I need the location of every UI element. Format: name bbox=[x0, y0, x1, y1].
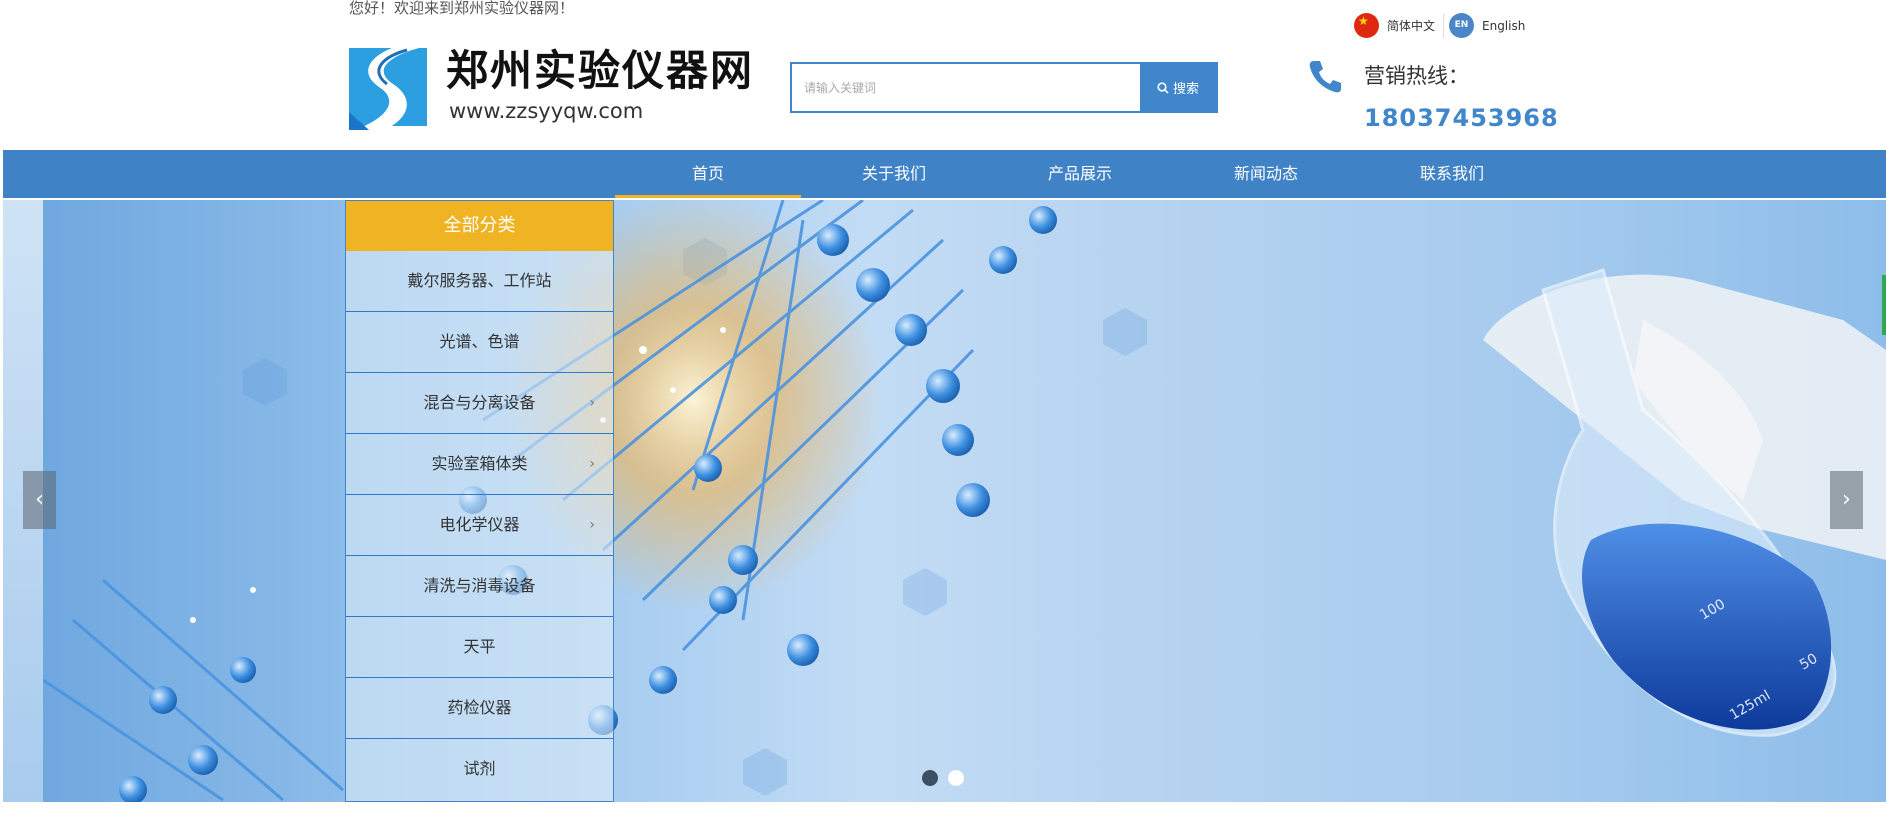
category-item-label: 药检仪器 bbox=[447, 698, 512, 717]
category-item[interactable]: 试剂 bbox=[346, 739, 613, 800]
category-item[interactable]: 戴尔服务器、工作站 bbox=[346, 251, 613, 312]
banner-dot-2[interactable] bbox=[948, 770, 964, 786]
page: 您好！欢迎来到郑州实验仪器网！ 简体中文 EN English 郑州实验仪器网 … bbox=[0, 0, 1886, 824]
side-float-tab[interactable] bbox=[1882, 275, 1886, 335]
category-item[interactable]: 清洗与消毒设备 bbox=[346, 556, 613, 617]
banner-next-arrow[interactable]: › bbox=[1830, 471, 1863, 529]
banner-prev-arrow[interactable]: ‹ bbox=[23, 471, 56, 529]
site-logo[interactable] bbox=[349, 42, 431, 132]
hero-banner: 100 50 125ml bbox=[43, 200, 1886, 802]
category-item[interactable]: 天平 bbox=[346, 617, 613, 678]
china-flag-icon bbox=[1354, 13, 1379, 38]
hotline-number: 18037453968 bbox=[1364, 104, 1559, 132]
site-domain: www.zzsyyqw.com bbox=[449, 99, 644, 123]
category-item-label: 清洗与消毒设备 bbox=[423, 576, 536, 595]
search-button[interactable]: 搜索 bbox=[1140, 64, 1216, 111]
category-item[interactable]: 混合与分离设备 › bbox=[346, 373, 613, 434]
chevron-right-icon: › bbox=[589, 517, 595, 533]
search-button-label: 搜索 bbox=[1172, 82, 1199, 97]
category-item-label: 混合与分离设备 bbox=[423, 393, 536, 412]
lang-simplified-chinese[interactable]: 简体中文 bbox=[1354, 13, 1435, 38]
en-badge-icon: EN bbox=[1449, 13, 1474, 38]
search-bar: 搜索 bbox=[790, 62, 1218, 113]
category-item-label: 戴尔服务器、工作站 bbox=[407, 271, 552, 290]
welcome-text: 您好！欢迎来到郑州实验仪器网！ bbox=[349, 0, 575, 17]
category-menu: 全部分类 戴尔服务器、工作站 光谱、色谱 混合与分离设备 › 实验室箱体类 › 电化… bbox=[345, 200, 614, 802]
lang-divider bbox=[1443, 14, 1444, 38]
category-item-label: 电化学仪器 bbox=[439, 515, 520, 534]
site-name: 郑州实验仪器网 bbox=[446, 46, 755, 95]
phone-icon bbox=[1309, 61, 1341, 93]
chevron-right-icon: › bbox=[589, 395, 595, 411]
category-item-label: 天平 bbox=[463, 637, 496, 656]
main-nav: 首页 关于我们 产品展示 新闻动态 联系我们 bbox=[3, 150, 1886, 198]
category-title: 全部分类 bbox=[346, 201, 613, 251]
category-item-label: 试剂 bbox=[463, 759, 496, 778]
lang-english[interactable]: EN English bbox=[1449, 13, 1525, 38]
search-input[interactable] bbox=[792, 64, 1140, 111]
nav-item-home[interactable]: 首页 bbox=[615, 150, 801, 198]
category-item[interactable]: 电化学仪器 › bbox=[346, 495, 613, 556]
category-item[interactable]: 药检仪器 bbox=[346, 678, 613, 739]
banner-pagination bbox=[922, 770, 964, 786]
category-item-label: 实验室箱体类 bbox=[431, 454, 528, 473]
banner-dot-1[interactable] bbox=[922, 770, 938, 786]
nav-item-about[interactable]: 关于我们 bbox=[801, 150, 987, 198]
nav-item-products[interactable]: 产品展示 bbox=[987, 150, 1173, 198]
nav-item-news[interactable]: 新闻动态 bbox=[1173, 150, 1359, 198]
category-item[interactable]: 实验室箱体类 › bbox=[346, 434, 613, 495]
lang-cn-label: 简体中文 bbox=[1387, 19, 1436, 33]
hotline-label: 营销热线： bbox=[1364, 64, 1469, 88]
search-icon bbox=[1157, 81, 1169, 94]
category-item[interactable]: 光谱、色谱 bbox=[346, 312, 613, 373]
lang-en-label: English bbox=[1482, 18, 1526, 33]
nav-item-contact[interactable]: 联系我们 bbox=[1359, 150, 1545, 198]
banner-illustration: 100 50 125ml bbox=[43, 200, 1886, 802]
category-item-label: 光谱、色谱 bbox=[439, 332, 520, 351]
chevron-right-icon: › bbox=[589, 456, 595, 472]
